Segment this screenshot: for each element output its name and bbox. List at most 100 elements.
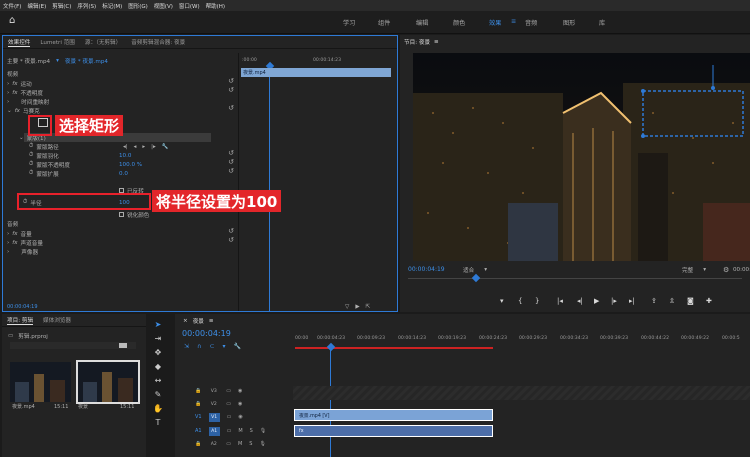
menu-file[interactable]: 文件(F) (3, 2, 21, 10)
mini-clip-bar[interactable]: 夜景.mp4 (241, 68, 391, 77)
pen-tool-icon[interactable]: ✎ (155, 390, 162, 399)
button-editor-icon[interactable]: ✚ (706, 297, 712, 305)
lock-icon[interactable]: 🔒 (195, 401, 201, 407)
menu-markers[interactable]: 标记(M) (102, 2, 122, 10)
step-back-icon[interactable]: ◂| (577, 297, 583, 305)
prop-mask-path[interactable]: ⏱ 蒙版路径 (29, 142, 59, 151)
workspace-tab-learn[interactable]: 学习 (343, 18, 355, 27)
expand-arrow-icon[interactable]: › (7, 240, 9, 246)
sharp-colors-row[interactable]: 锐化颜色 (119, 210, 149, 219)
track-select-tool-icon[interactable]: ⇥ (155, 334, 162, 343)
project-thumb-2[interactable] (76, 360, 140, 404)
menu-view[interactable]: 视图(V) (154, 2, 173, 10)
prop-panner[interactable]: › 声像器 (7, 247, 38, 256)
mark-in-icon[interactable]: { (518, 297, 522, 305)
reset-icon[interactable]: ↺ (228, 104, 234, 112)
track-label-v2[interactable]: V2 (208, 400, 219, 409)
eye-icon[interactable]: ◉ (238, 401, 242, 407)
stopwatch-icon[interactable]: ⏱ (29, 170, 33, 177)
sync-lock-icon[interactable]: ▭ (226, 388, 231, 394)
add-marker-icon[interactable]: ▾ (500, 297, 504, 305)
add-marker-icon[interactable]: ▾ (222, 343, 225, 350)
stopwatch-icon[interactable]: ⏱ (29, 152, 33, 159)
tab-media-browser[interactable]: 媒体浏览器 (43, 316, 71, 324)
lift-icon[interactable]: ⇪ (651, 297, 657, 305)
track-label-v1[interactable]: V1 (208, 412, 220, 422)
mute-button[interactable]: M (238, 441, 242, 447)
stopwatch-icon[interactable]: ⏱ (29, 161, 33, 168)
program-playhead[interactable] (471, 273, 481, 283)
extract-icon[interactable]: ⇫ (669, 297, 675, 305)
menu-clip[interactable]: 剪辑(C) (52, 2, 71, 10)
menu-graphics[interactable]: 图形(G) (128, 2, 148, 10)
workspace-tab-color[interactable]: 颜色 (453, 18, 465, 27)
reset-icon[interactable]: ↺ (228, 158, 234, 166)
tab-lumetri-scopes[interactable]: Lumetri 范围 (40, 38, 74, 46)
expand-arrow-icon[interactable]: ⌄ (7, 108, 12, 114)
sequence-clip-label[interactable]: 夜景 * 夜景.mp4 (65, 57, 108, 65)
reset-icon[interactable]: ↺ (228, 86, 234, 94)
reset-icon[interactable]: ↺ (228, 77, 234, 85)
new-bin-icon[interactable] (119, 343, 127, 348)
step-forward-icon[interactable]: |▸ (611, 297, 617, 305)
tab-effect-controls[interactable]: 效果控件 (8, 38, 31, 47)
track-backward-icon[interactable]: ◂| (123, 144, 128, 150)
tab-audio-clip-mixer[interactable]: 音频剪辑混合器: 夜景 (131, 38, 185, 46)
timeline-ruler[interactable]: 00:00 00:00:04:23 00:00:09:23 00:00:14:2… (295, 332, 750, 352)
project-search-input[interactable] (10, 342, 136, 349)
prop-mosaic[interactable]: ⌄ fx 马赛克 (7, 106, 40, 115)
reset-icon[interactable]: ↺ (228, 236, 234, 244)
export-icon[interactable]: ⇱ (366, 304, 371, 310)
reset-icon[interactable]: ↺ (228, 149, 234, 157)
program-scrub-bar[interactable] (408, 278, 742, 279)
audio-clip-a1[interactable]: fx (294, 425, 493, 437)
razor-tool-icon[interactable]: ◆ (155, 362, 161, 371)
source-patch-a1[interactable]: A1 (195, 428, 202, 434)
prop-channel-volume[interactable]: › fx 声道音量 (7, 238, 43, 247)
expand-arrow-icon[interactable]: › (7, 99, 9, 105)
project-thumb-1[interactable] (10, 362, 71, 402)
chevron-down-icon[interactable]: ▾ (56, 58, 59, 64)
master-clip-label[interactable]: 主要 * 夜景.mp4 (7, 57, 50, 65)
nest-icon[interactable]: ⇲ (184, 343, 189, 350)
mark-out-icon[interactable]: } (535, 297, 539, 305)
sync-lock-icon[interactable]: ▭ (226, 401, 231, 407)
sync-lock-icon[interactable]: ▭ (226, 441, 231, 447)
eye-icon[interactable]: ◉ (238, 388, 242, 394)
video-frame[interactable] (413, 53, 750, 261)
close-icon[interactable]: × (183, 318, 188, 324)
timeline-timecode[interactable]: 00:00:04:19 (182, 329, 231, 338)
solo-button[interactable]: S (249, 441, 252, 447)
track-label-a2[interactable]: A2 (208, 440, 219, 449)
sync-lock-icon[interactable]: ▭ (227, 428, 232, 434)
step-back-icon[interactable]: ◂ (134, 144, 137, 150)
track-forward-icon[interactable]: |▸ (151, 144, 156, 150)
prop-time-remap[interactable]: › 时间重映射 (7, 97, 49, 106)
home-icon[interactable]: ⌂ (9, 15, 21, 29)
go-to-out-icon[interactable]: ▸| (629, 297, 635, 305)
reset-icon[interactable]: ↺ (228, 227, 234, 235)
panel-menu-icon[interactable]: ≡ (434, 39, 439, 45)
settings-icon[interactable]: ⚙ (723, 265, 729, 274)
sync-lock-icon[interactable]: ▭ (227, 414, 232, 420)
workspace-tab-effects[interactable]: 效果 (489, 18, 501, 27)
timeline-tab[interactable]: × 夜景 ≡ (183, 316, 214, 325)
mask-expansion-value[interactable]: 0.0 (119, 169, 128, 178)
prop-mask-feather[interactable]: ⏱ 蒙版羽化 (29, 151, 59, 160)
prop-volume[interactable]: › fx 音量 (7, 229, 32, 238)
linked-selection-icon[interactable]: ⊂ (209, 343, 214, 350)
reset-icon[interactable]: ↺ (228, 167, 234, 175)
snap-icon[interactable]: ∩ (197, 343, 201, 350)
workspace-tab-libraries[interactable]: 库 (599, 18, 605, 27)
prop-motion[interactable]: › fx 运动 (7, 79, 32, 88)
ripple-edit-tool-icon[interactable]: ✥ (155, 348, 162, 357)
menu-sequence[interactable]: 序列(S) (77, 2, 96, 10)
tab-source[interactable]: 源：（无剪辑） (85, 38, 121, 46)
effect-mini-timeline[interactable]: :00:00 00:00:14:23 夜景.mp4 (238, 53, 396, 311)
fit-dropdown[interactable]: 适合 ▾ (463, 265, 487, 274)
workspace-tab-assembly[interactable]: 组件 (378, 18, 390, 27)
lock-icon[interactable]: 🔒 (195, 388, 201, 394)
workspace-tab-editing[interactable]: 编辑 (416, 18, 428, 27)
slip-tool-icon[interactable]: ↔ (155, 376, 162, 385)
mask-feather-value[interactable]: 10.0 (119, 151, 131, 160)
